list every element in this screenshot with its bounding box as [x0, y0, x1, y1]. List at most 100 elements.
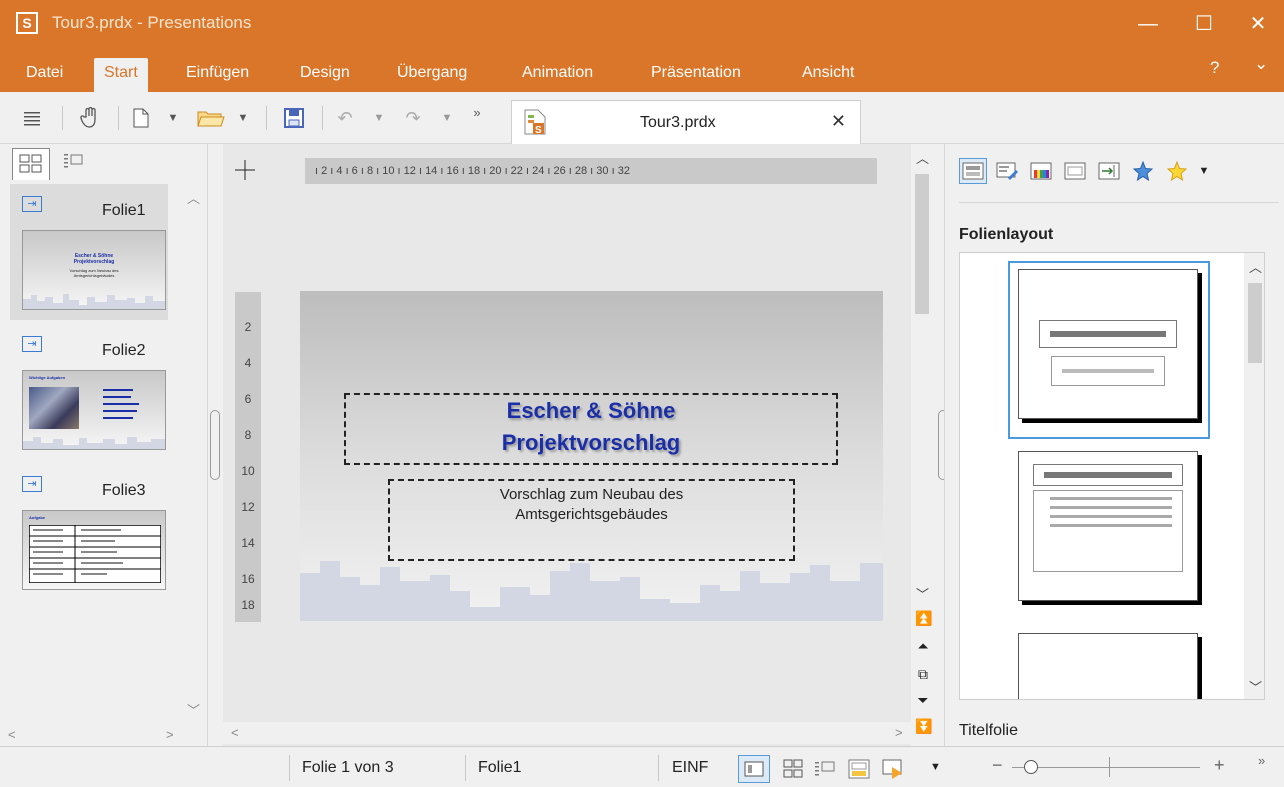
- svg-text:S: S: [535, 125, 542, 135]
- scroll-up-icon[interactable]: ︿: [916, 148, 929, 167]
- slide-thumbnail: Escher & Söhne Projektvorschlag Vorschla…: [22, 230, 166, 310]
- zoom-slider-thumb[interactable]: [1024, 760, 1038, 774]
- scroll-right-icon[interactable]: >: [895, 725, 903, 740]
- last-slide-icon[interactable]: ⏬: [915, 718, 932, 735]
- tab-einfuegen[interactable]: Einfügen: [176, 58, 259, 92]
- insert-mode-indicator[interactable]: EINF: [672, 759, 708, 777]
- vertical-ruler[interactable]: 2 4 6 8 10 12 14 16 18: [235, 292, 261, 622]
- slides-panel-scrollbar[interactable]: ︿ ﹀: [182, 184, 204, 724]
- save-icon[interactable]: [282, 104, 306, 132]
- left-splitter-handle[interactable]: [210, 410, 220, 480]
- title-placeholder[interactable]: Escher & Söhne Projektvorschlag: [344, 393, 838, 465]
- slide-item-1[interactable]: ⇥ Folie1 Escher & Söhne Projektvorschlag…: [10, 184, 168, 320]
- sidebar-dropdown-icon[interactable]: ▼: [1197, 158, 1211, 184]
- slide-editor: ı 2 ı 4 ı 6 ı 8 ı 10 ı 12 ı 14 ı 16 ı 18…: [223, 144, 913, 746]
- slide-canvas[interactable]: Escher & Söhne Projektvorschlag Vorschla…: [300, 291, 883, 621]
- ribbon-tabs: Datei Start Einfügen Design Übergang Ani…: [0, 48, 1284, 92]
- window-title: Tour3.prdx - Presentations: [52, 13, 252, 32]
- scroll-down-icon[interactable]: ﹀: [916, 584, 929, 603]
- animation-star-icon[interactable]: [1129, 158, 1157, 184]
- layout-option-blank[interactable]: [1018, 633, 1198, 699]
- previous-slide-icon[interactable]: ⏶: [915, 638, 931, 655]
- slide-item-2[interactable]: ⇥ Folie2 Wichtige Aufgaben: [10, 324, 168, 460]
- slide-transition-icon: ⇥: [22, 196, 42, 212]
- tab-design[interactable]: Design: [290, 58, 360, 92]
- tab-animation[interactable]: Animation: [512, 58, 603, 92]
- thumbnail-view-tab[interactable]: [12, 148, 50, 180]
- editor-hscrollbar[interactable]: < >: [223, 722, 911, 744]
- outline-view-icon[interactable]: [812, 757, 838, 786]
- ribbon-collapse-button[interactable]: ⌄: [1254, 54, 1268, 74]
- scroll-up-icon[interactable]: ︿: [1249, 257, 1262, 276]
- skyline-decoration: [300, 561, 883, 621]
- start-presentation-icon[interactable]: [880, 757, 906, 786]
- color-scheme-icon[interactable]: [1027, 158, 1055, 184]
- outline-view-tab[interactable]: [56, 148, 94, 180]
- open-folder-icon[interactable]: [196, 104, 226, 132]
- tab-ansicht[interactable]: Ansicht: [792, 58, 864, 92]
- sidebar-tool-icons: ▼: [959, 154, 1211, 188]
- scroll-right-icon[interactable]: >: [166, 727, 174, 742]
- slides-panel-hscrollbar[interactable]: < >: [0, 724, 182, 746]
- slide-transition-icon[interactable]: [1095, 158, 1123, 184]
- tab-start[interactable]: Start: [94, 58, 148, 92]
- presentation-file-icon: S: [524, 109, 546, 136]
- scroll-thumb[interactable]: [915, 174, 929, 314]
- notes-view-icon[interactable]: [846, 757, 872, 786]
- undo-icon[interactable]: ↶: [332, 104, 358, 132]
- minimize-button[interactable]: —: [1128, 8, 1168, 40]
- subtitle-placeholder[interactable]: Vorschlag zum Neubau des Amtsgerichtsgeb…: [388, 479, 795, 561]
- tab-uebergang[interactable]: Übergang: [387, 58, 477, 92]
- slide-subtitle-line-1: Vorschlag zum Neubau des: [499, 486, 684, 503]
- layout-option-title[interactable]: [1018, 269, 1198, 419]
- menu-icon[interactable]: [20, 104, 44, 132]
- normal-view-icon[interactable]: [738, 755, 770, 783]
- slide-title-line-2: Projektvorschlag: [501, 430, 681, 455]
- slide-design-icon[interactable]: [993, 158, 1021, 184]
- document-tab[interactable]: S Tour3.prdx ✕: [511, 100, 861, 144]
- hand-tool-icon[interactable]: [76, 104, 102, 132]
- slide-thumbnail: Aufgabe: [22, 510, 166, 590]
- scroll-left-icon[interactable]: <: [231, 725, 239, 740]
- slide-overview-icon[interactable]: ⧉: [915, 666, 931, 683]
- tab-datei[interactable]: Datei: [16, 58, 73, 92]
- scroll-down-icon[interactable]: ﹀: [187, 700, 200, 719]
- open-dropdown-icon[interactable]: ▼: [236, 104, 250, 132]
- toolbar-overflow-icon[interactable]: »: [470, 98, 484, 126]
- status-bar: Folie 1 von 3 Folie1 EINF ▼ − + »: [0, 746, 1284, 787]
- scroll-left-icon[interactable]: <: [8, 727, 16, 742]
- first-slide-icon[interactable]: ⏫: [915, 610, 932, 627]
- scroll-down-icon[interactable]: ﹀: [1249, 677, 1262, 696]
- presentation-dropdown-icon[interactable]: ▼: [930, 761, 941, 773]
- zoom-in-button[interactable]: +: [1214, 755, 1225, 776]
- maximize-button[interactable]: ☐: [1184, 8, 1224, 40]
- document-tab-close-button[interactable]: ✕: [831, 111, 846, 132]
- scroll-thumb[interactable]: [1248, 283, 1262, 363]
- statusbar-overflow-icon[interactable]: »: [1258, 753, 1265, 768]
- master-slide-icon[interactable]: [1061, 158, 1089, 184]
- close-button[interactable]: ✕: [1238, 8, 1278, 40]
- undo-dropdown-icon[interactable]: ▼: [372, 104, 386, 132]
- new-dropdown-icon[interactable]: ▼: [166, 104, 180, 132]
- slide-title-line-1: Escher & Söhne: [506, 398, 676, 423]
- ruler-origin-icon: [233, 158, 257, 182]
- layout-option-title-content[interactable]: [1018, 451, 1198, 601]
- horizontal-ruler[interactable]: ı 2 ı 4 ı 6 ı 8 ı 10 ı 12 ı 14 ı 16 ı 18…: [305, 158, 877, 184]
- redo-dropdown-icon[interactable]: ▼: [440, 104, 454, 132]
- slide-sorter-view-icon[interactable]: [780, 757, 806, 786]
- new-document-icon[interactable]: [130, 104, 152, 132]
- layout-gallery: ︿ ﹀: [959, 252, 1265, 700]
- next-slide-icon[interactable]: ⏷: [915, 692, 931, 709]
- effects-star-icon[interactable]: [1163, 158, 1191, 184]
- slide-item-3[interactable]: ⇥ Folie3 Aufgabe: [10, 464, 168, 600]
- zoom-slider-track[interactable]: [1012, 767, 1200, 768]
- editor-vscrollbar[interactable]: ︿ ﹀ ⏫ ⏶ ⧉ ⏷ ⏬: [911, 144, 933, 746]
- redo-icon[interactable]: ↷: [400, 104, 426, 132]
- layout-gallery-scrollbar[interactable]: ︿ ﹀: [1244, 253, 1264, 699]
- help-button[interactable]: ?: [1210, 58, 1219, 78]
- slide-subtitle-line-2: Amtsgerichtsgebäudes: [515, 506, 668, 523]
- tab-praesentation[interactable]: Präsentation: [641, 58, 751, 92]
- scroll-up-icon[interactable]: ︿: [187, 188, 200, 207]
- slide-layout-icon[interactable]: [959, 158, 987, 184]
- zoom-out-button[interactable]: −: [992, 755, 1003, 776]
